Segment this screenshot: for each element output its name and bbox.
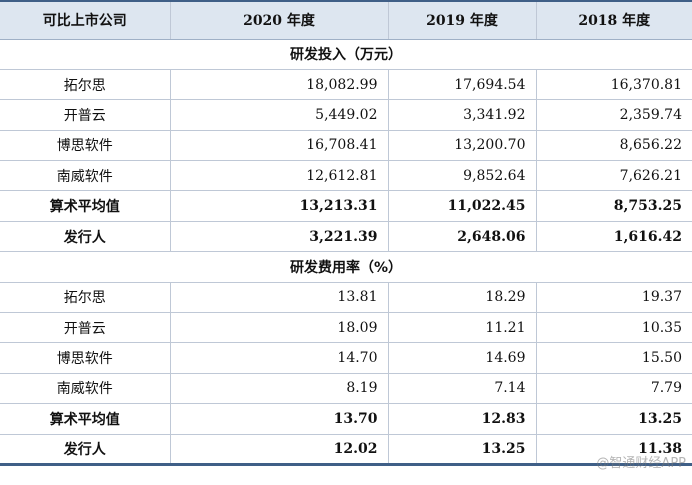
value-2020-cell: 18.09 <box>169 312 388 344</box>
value-2018-cell: 7.79 <box>535 373 692 405</box>
value-2018-cell: 19.37 <box>535 282 692 314</box>
table-row: 拓尔思 18,082.99 17,694.54 16,370.81 <box>0 69 692 101</box>
header-row: 可比上市公司 2020 年度 2019 年度 2018 年度 <box>0 0 692 40</box>
row-name-cell: 算术平均值 <box>0 403 170 435</box>
value-2020-cell: 14.70 <box>169 342 388 374</box>
value-2018-cell: 13.25 <box>535 403 692 435</box>
value-2020-cell: 18,082.99 <box>169 69 388 101</box>
value-2018-cell: 8,753.25 <box>535 190 692 222</box>
table-row: 博思软件 14.70 14.69 15.50 <box>0 342 692 374</box>
value-2019-cell: 13.25 <box>387 434 536 466</box>
section-header-row: 研发投入（万元） <box>0 39 692 70</box>
table-row: 开普云 5,449.02 3,341.92 2,359.74 <box>0 99 692 131</box>
value-2019-cell: 13,200.70 <box>387 130 536 162</box>
table-body: 研发投入（万元） 拓尔思 18,082.99 17,694.54 16,370.81 开普… <box>0 39 692 466</box>
header-2019: 2019 年度 <box>387 0 536 40</box>
row-name-cell: 开普云 <box>0 312 170 344</box>
value-2020-cell: 13.81 <box>169 282 388 314</box>
value-2018-cell: 10.35 <box>535 312 692 344</box>
table-row: 南威软件 8.19 7.14 7.79 <box>0 373 692 405</box>
value-2019-cell: 14.69 <box>387 342 536 374</box>
value-2018-cell: 2,359.74 <box>535 99 692 131</box>
section-title: 研发费用率（%） <box>0 251 692 283</box>
value-2019-cell: 3,341.92 <box>387 99 536 131</box>
table-row: 拓尔思 13.81 18.29 19.37 <box>0 282 692 314</box>
row-name-cell: 拓尔思 <box>0 69 170 101</box>
value-2020-cell: 16,708.41 <box>169 130 388 162</box>
table-row: 南威软件 12,612.81 9,852.64 7,626.21 <box>0 160 692 192</box>
table-row: 算术平均值 13.70 12.83 13.25 <box>0 403 692 435</box>
watermark: @智通财经APP <box>596 456 686 471</box>
row-name-cell: 拓尔思 <box>0 282 170 314</box>
header-company: 可比上市公司 <box>0 0 170 40</box>
row-name-cell: 博思软件 <box>0 342 170 374</box>
header-2018: 2018 年度 <box>535 0 692 40</box>
value-2020-cell: 13.70 <box>169 403 388 435</box>
value-2019-cell: 18.29 <box>387 282 536 314</box>
value-2018-cell: 7,626.21 <box>535 160 692 192</box>
value-2019-cell: 7.14 <box>387 373 536 405</box>
value-2020-cell: 12,612.81 <box>169 160 388 192</box>
table-row: 算术平均值 13,213.31 11,022.45 8,753.25 <box>0 190 692 222</box>
table-row: 发行人 3,221.39 2,648.06 1,616.42 <box>0 221 692 253</box>
table-row: 开普云 18.09 11.21 10.35 <box>0 312 692 344</box>
value-2020-cell: 12.02 <box>169 434 388 466</box>
row-name-cell: 南威软件 <box>0 373 170 405</box>
value-2019-cell: 11.21 <box>387 312 536 344</box>
value-2019-cell: 2,648.06 <box>387 221 536 253</box>
section-title: 研发投入（万元） <box>0 39 692 70</box>
value-2019-cell: 12.83 <box>387 403 536 435</box>
table-row: 博思软件 16,708.41 13,200.70 8,656.22 <box>0 130 692 162</box>
row-name-cell: 算术平均值 <box>0 190 170 222</box>
row-name-cell: 发行人 <box>0 221 170 253</box>
value-2020-cell: 13,213.31 <box>169 190 388 222</box>
value-2018-cell: 15.50 <box>535 342 692 374</box>
value-2019-cell: 9,852.64 <box>387 160 536 192</box>
row-name-cell: 发行人 <box>0 434 170 466</box>
value-2018-cell: 1,616.42 <box>535 221 692 253</box>
value-2018-cell: 16,370.81 <box>535 69 692 101</box>
value-2018-cell: 8,656.22 <box>535 130 692 162</box>
section-header-row: 研发费用率（%） <box>0 251 692 283</box>
value-2019-cell: 17,694.54 <box>387 69 536 101</box>
value-2020-cell: 5,449.02 <box>169 99 388 131</box>
row-name-cell: 博思软件 <box>0 130 170 162</box>
value-2020-cell: 8.19 <box>169 373 388 405</box>
table-row: 发行人 12.02 13.25 11.38 <box>0 434 692 466</box>
row-name-cell: 南威软件 <box>0 160 170 192</box>
row-name-cell: 开普云 <box>0 99 170 131</box>
header-2020: 2020 年度 <box>169 0 388 40</box>
rd-comparison-table: 可比上市公司 2020 年度 2019 年度 2018 年度 研发投入（万元）拓… <box>0 0 692 466</box>
value-2019-cell: 11,022.45 <box>387 190 536 222</box>
value-2020-cell: 3,221.39 <box>169 221 388 253</box>
